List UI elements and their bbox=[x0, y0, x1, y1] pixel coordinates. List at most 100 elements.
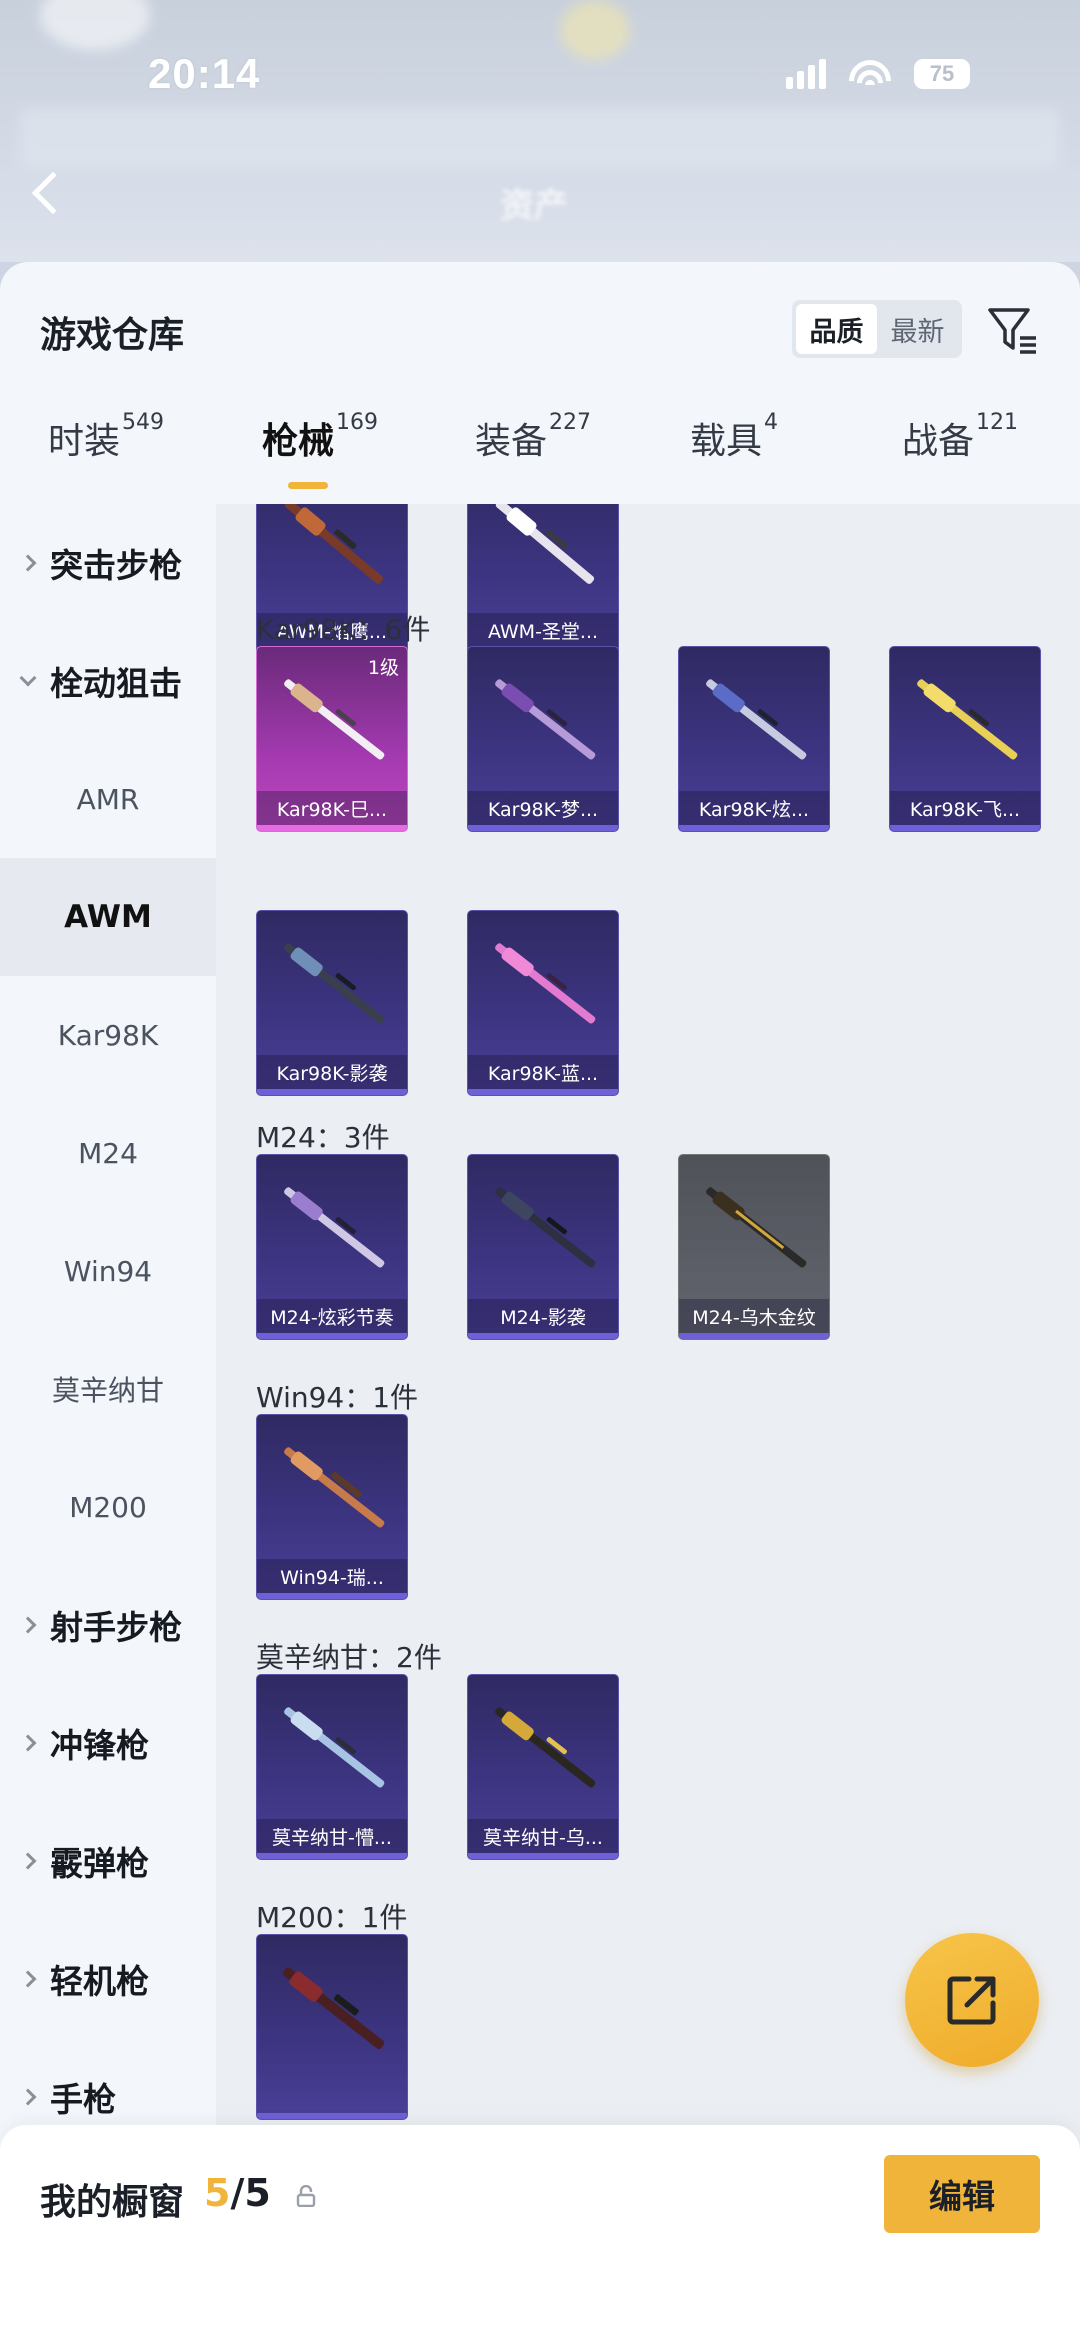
blur-decoration bbox=[20, 108, 1060, 168]
rifle-icon bbox=[282, 1967, 385, 2050]
sidebar-item-label: M200 bbox=[69, 1490, 147, 1524]
chevron-right-icon bbox=[19, 554, 37, 572]
tab-label: 载具 bbox=[690, 421, 763, 462]
showcase-count-total: 5 bbox=[244, 2171, 271, 2215]
sidebar-item-amr[interactable]: AMR bbox=[0, 740, 216, 858]
tab-vehicles[interactable]: 载具4 bbox=[690, 410, 778, 502]
sidebar-item-label: 手枪 bbox=[50, 2080, 116, 2119]
tab-label: 时装 bbox=[48, 421, 121, 462]
sidebar-item-label: 射手步枪 bbox=[50, 1608, 182, 1647]
weapon-card[interactable]: Kar98K-蓝... bbox=[467, 910, 619, 1096]
chevron-right-icon bbox=[19, 2088, 37, 2106]
weapon-card-label: M24-乌木金纹 bbox=[679, 1299, 829, 1333]
sidebar-item-marksman-rifle[interactable]: 射手步枪 bbox=[0, 1566, 216, 1684]
chevron-right-icon bbox=[19, 1616, 37, 1634]
rifle-icon bbox=[917, 679, 1018, 760]
sidebar-item-shotgun[interactable]: 霰弹枪 bbox=[0, 1802, 216, 1920]
sidebar-item-win94[interactable]: Win94 bbox=[0, 1212, 216, 1330]
sheet-title: 游戏仓库 bbox=[40, 315, 185, 356]
sidebar-item-m24[interactable]: M24 bbox=[0, 1094, 216, 1212]
weapon-card-label: Kar98K-飞... bbox=[890, 791, 1040, 825]
share-button[interactable] bbox=[905, 1933, 1039, 2067]
weapon-card[interactable]: Kar98K-炫... bbox=[678, 646, 830, 832]
sheet-header: 游戏仓库 品质 最新 bbox=[0, 262, 1080, 382]
tab-label: 战备 bbox=[902, 421, 975, 462]
weapon-card-label: M24-影袭 bbox=[468, 1299, 618, 1333]
weapon-card-label: 莫辛纳甘-懵... bbox=[257, 1819, 407, 1853]
weapon-card-label: Kar98K-巳... bbox=[257, 791, 407, 825]
back-arrow-icon[interactable] bbox=[31, 171, 75, 215]
sidebar-item-label: Kar98K bbox=[57, 1018, 159, 1052]
weapon-card[interactable] bbox=[256, 1934, 408, 2120]
sort-toggle: 品质 最新 bbox=[792, 300, 962, 358]
tab-active-indicator bbox=[288, 482, 328, 489]
weapon-grid: AWM-焰鹰... AWM-圣堂... Kar98K：6件 1级 Kar98K-… bbox=[216, 504, 1080, 2347]
tab-label: 装备 bbox=[475, 421, 548, 462]
rifle-icon bbox=[495, 943, 596, 1024]
tab-fashion[interactable]: 时装549 bbox=[48, 410, 165, 502]
weapon-card[interactable]: Kar98K-飞... bbox=[889, 646, 1041, 832]
sidebar-item-label: 栓动狙击 bbox=[50, 664, 182, 703]
sidebar-item-label: 轻机枪 bbox=[50, 1962, 149, 2001]
sort-newest-button[interactable]: 最新 bbox=[877, 304, 958, 354]
sidebar-item-bolt-sniper[interactable]: 栓动狙击 bbox=[0, 622, 216, 740]
battery-icon: 75 bbox=[914, 59, 970, 89]
weapon-card[interactable]: Win94-瑞... bbox=[256, 1414, 408, 1600]
blur-decoration bbox=[560, 0, 630, 60]
showcase-bar: 我的橱窗 5/5 编辑 bbox=[0, 2125, 1080, 2347]
sidebar-item-smg[interactable]: 冲锋枪 bbox=[0, 1684, 216, 1802]
weapon-card-label: AWM-圣堂... bbox=[468, 613, 618, 647]
tab-firearms[interactable]: 枪械169 bbox=[262, 410, 378, 502]
weapon-card-label: Kar98K-影袭 bbox=[257, 1055, 407, 1089]
weapon-card[interactable]: Kar98K-梦... bbox=[467, 646, 619, 832]
sidebar-item-label: Win94 bbox=[63, 1254, 153, 1288]
sidebar-item-label: 霰弹枪 bbox=[50, 1844, 149, 1883]
weapon-card[interactable]: 莫辛纳甘-懵... bbox=[256, 1674, 408, 1860]
sidebar-item-lmg[interactable]: 轻机枪 bbox=[0, 1920, 216, 2038]
tab-count: 121 bbox=[976, 410, 1019, 435]
showcase-count-current: 5 bbox=[204, 2171, 231, 2215]
weapon-card-label: M24-炫彩节奏 bbox=[257, 1299, 407, 1333]
tab-combat-gear[interactable]: 战备121 bbox=[902, 410, 1019, 502]
showcase-count-separator: / bbox=[230, 2171, 245, 2215]
sidebar-item-label: 冲锋枪 bbox=[50, 1726, 149, 1765]
weapon-card[interactable]: Kar98K-影袭 bbox=[256, 910, 408, 1096]
rifle-icon bbox=[284, 943, 385, 1024]
rifle-icon bbox=[495, 1187, 596, 1268]
share-icon bbox=[947, 1976, 996, 2025]
rifle-icon bbox=[706, 1187, 807, 1268]
weapon-card[interactable]: M24-影袭 bbox=[467, 1154, 619, 1340]
weapon-card-label: Kar98K-炫... bbox=[679, 791, 829, 825]
rifle-icon bbox=[706, 679, 807, 760]
edit-button[interactable]: 编辑 bbox=[884, 2155, 1040, 2233]
sidebar-item-label: AMR bbox=[76, 782, 140, 816]
tab-count: 549 bbox=[122, 410, 165, 435]
tab-equipment[interactable]: 装备227 bbox=[475, 410, 591, 502]
chevron-right-icon bbox=[19, 1970, 37, 1988]
rifle-icon bbox=[284, 679, 385, 760]
group-label-m200: M200：1件 bbox=[256, 1901, 408, 1934]
weapon-card[interactable]: AWM-圣堂... bbox=[467, 504, 619, 654]
group-label-mosin: 莫辛纳甘：2件 bbox=[256, 1641, 442, 1674]
sidebar-item-awm[interactable]: AWM bbox=[0, 858, 216, 976]
warehouse-sheet: 游戏仓库 品质 最新 时装549 枪械169 装备227 载具4 战备121 突… bbox=[0, 262, 1080, 2347]
status-icons: 75 bbox=[786, 58, 970, 90]
group-label-m24: M24：3件 bbox=[256, 1121, 390, 1154]
weapon-card[interactable]: 莫辛纳甘-乌... bbox=[467, 1674, 619, 1860]
weapon-card[interactable]: M24-炫彩节奏 bbox=[256, 1154, 408, 1340]
sidebar-item-label: 莫辛纳甘 bbox=[51, 1374, 164, 1407]
chevron-right-icon bbox=[19, 1734, 37, 1752]
sidebar-item-assault-rifle[interactable]: 突击步枪 bbox=[0, 504, 216, 622]
weapon-card[interactable]: M24-乌木金纹 bbox=[678, 1154, 830, 1340]
sidebar-item-m200[interactable]: M200 bbox=[0, 1448, 216, 1566]
filter-icon[interactable] bbox=[984, 302, 1040, 358]
status-time: 20:14 bbox=[148, 50, 261, 97]
sidebar-item-mosin[interactable]: 莫辛纳甘 bbox=[0, 1330, 216, 1448]
sort-quality-button[interactable]: 品质 bbox=[796, 304, 877, 354]
background-title: 资产 bbox=[500, 187, 568, 225]
rifle-icon bbox=[495, 504, 595, 584]
weapon-card[interactable]: 1级 Kar98K-巳... bbox=[256, 646, 408, 832]
showcase-title: 我的橱窗 bbox=[40, 2182, 185, 2223]
sidebar-item-kar98k[interactable]: Kar98K bbox=[0, 976, 216, 1094]
sidebar-item-label: M24 bbox=[78, 1136, 138, 1170]
